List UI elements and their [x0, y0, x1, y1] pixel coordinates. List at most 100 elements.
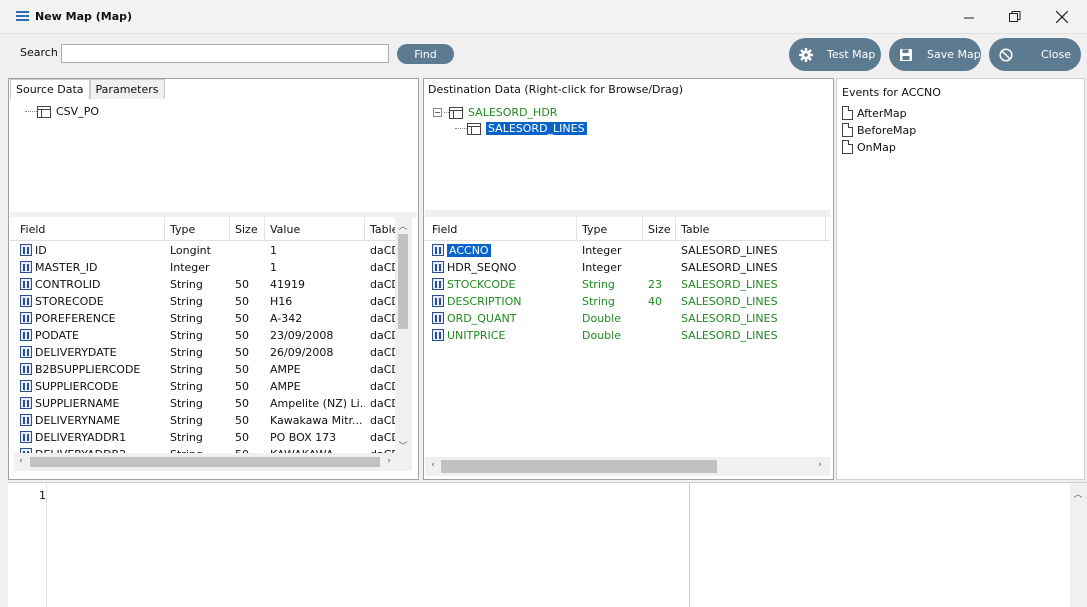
field-name: SUPPLIERCODE	[35, 380, 119, 393]
field-icon	[432, 295, 444, 307]
type-cell: Longint	[170, 244, 211, 257]
source-tabs: Source Data Parameters	[10, 79, 165, 99]
column-header-table[interactable]: Table	[676, 217, 826, 241]
table-row[interactable]: SUPPLIERCODE String 50 AMPE daCD	[10, 378, 395, 395]
column-header-size[interactable]: Size	[230, 217, 265, 241]
column-header-type[interactable]: Type	[577, 217, 643, 241]
scroll-left-icon[interactable]: ‹	[426, 460, 440, 470]
table-row[interactable]: DESCRIPTION String 40 SALESORD_LINES	[425, 293, 830, 310]
search-label: Search	[20, 46, 58, 59]
table-row[interactable]: UNITPRICE Double SALESORD_LINES	[425, 327, 830, 344]
table-row[interactable]: B2BSUPPLIERCODE String 50 AMPE daCD	[10, 361, 395, 378]
scroll-up-icon[interactable]: ︿	[396, 219, 410, 232]
table-row[interactable]: DELIVERYDATE String 50 26/09/2008 daCD	[10, 344, 395, 361]
minimize-button[interactable]	[946, 0, 992, 34]
line-number: 1	[39, 489, 46, 502]
table-row[interactable]: ORD_QUANT Double SALESORD_LINES	[425, 310, 830, 327]
tree-node-salesord-lines[interactable]: SALESORD_LINES	[455, 122, 587, 135]
scroll-left-icon[interactable]: ‹	[14, 456, 28, 466]
editor-vertical-scrollbar[interactable]: ︿	[1070, 483, 1087, 607]
close-label: Close	[1041, 48, 1071, 61]
table-row[interactable]: MASTER_ID Integer 1 daCD	[10, 259, 395, 276]
table-row[interactable]: STORECODE String 50 H16 daCD	[10, 293, 395, 310]
menu-icon[interactable]	[16, 11, 29, 21]
tree-node-salesord-hdr[interactable]: − SALESORD_HDR	[433, 106, 557, 119]
table-row[interactable]: DELIVERYADDR1 String 50 PO BOX 173 daCD	[10, 429, 395, 446]
destination-horizontal-scrollbar[interactable]: ‹ ›	[425, 457, 830, 476]
scroll-up-icon[interactable]: ︿	[1071, 487, 1085, 500]
field-icon	[20, 363, 32, 375]
type-cell: String	[170, 380, 203, 393]
field-icon	[20, 414, 32, 426]
table-cell: SALESORD_LINES	[681, 295, 778, 308]
event-item-aftermap[interactable]: AfterMap	[842, 106, 907, 120]
size-cell: 50	[235, 363, 249, 376]
scroll-right-icon[interactable]: ›	[382, 456, 396, 466]
tab-parameters[interactable]: Parameters	[89, 79, 165, 99]
scroll-right-icon[interactable]: ›	[813, 460, 827, 470]
field-name: UNITPRICE	[447, 329, 506, 342]
tab-source-data[interactable]: Source Data	[10, 79, 90, 99]
table-row[interactable]: ACCNO Integer SALESORD_LINES	[425, 242, 830, 259]
value-cell: 1	[270, 261, 277, 274]
column-header-value[interactable]: Value	[265, 217, 365, 241]
type-cell: String	[170, 431, 203, 444]
table-row[interactable]: POREFERENCE String 50 A-342 daCD	[10, 310, 395, 327]
type-cell: Integer	[170, 261, 210, 274]
table-row[interactable]: STOCKCODE String 23 SALESORD_LINES	[425, 276, 830, 293]
type-cell: Integer	[582, 261, 622, 274]
type-cell: String	[170, 446, 230, 453]
script-editor[interactable]: 1 ︿	[8, 482, 1087, 607]
test-map-button[interactable]: Test Map	[789, 38, 881, 71]
table-row[interactable]: DELIVERYADDR2 String 50 KAWAKAWA daCD	[10, 446, 395, 453]
splitter[interactable]	[425, 210, 830, 217]
size-cell: 50	[235, 431, 249, 444]
table-cell: daCD	[370, 363, 395, 376]
field-icon	[20, 380, 32, 392]
tree-node-label: SALESORD_HDR	[468, 106, 558, 119]
scroll-thumb[interactable]	[30, 457, 380, 467]
column-header-field[interactable]: Field	[427, 217, 577, 241]
source-vertical-scrollbar[interactable]: ︿ ﹀	[395, 217, 412, 453]
column-header-field[interactable]: Field	[15, 217, 165, 241]
column-header-type[interactable]: Type	[165, 217, 230, 241]
event-item-onmap[interactable]: OnMap	[842, 140, 896, 154]
field-icon	[20, 261, 32, 273]
window-close-button[interactable]	[1039, 0, 1085, 34]
table-row[interactable]: CONTROLID String 50 41919 daCD	[10, 276, 395, 293]
field-name: DESCRIPTION	[447, 295, 522, 308]
size-cell: 50	[235, 346, 249, 359]
event-item-beforemap[interactable]: BeforeMap	[842, 123, 916, 137]
scroll-down-icon[interactable]: ﹀	[396, 439, 410, 452]
collapse-icon[interactable]: −	[433, 108, 442, 117]
table-row[interactable]: PODATE String 50 23/09/2008 daCD	[10, 327, 395, 344]
find-button[interactable]: Find	[397, 44, 454, 64]
code-area[interactable]	[46, 483, 689, 607]
field-icon	[432, 261, 444, 273]
field-icon	[20, 346, 32, 358]
table-cell: daCD	[370, 329, 395, 342]
destination-header: Destination Data (Right-click for Browse…	[428, 83, 684, 96]
field-name: B2BSUPPLIERCODE	[35, 363, 141, 376]
search-input[interactable]	[61, 44, 389, 63]
close-button[interactable]: Close	[989, 38, 1081, 71]
field-name: ID	[35, 244, 47, 257]
field-cell: B2BSUPPLIERCODE	[20, 361, 165, 378]
column-header-table[interactable]: Table	[365, 217, 398, 241]
type-cell: String	[170, 414, 203, 427]
field-icon	[20, 295, 32, 307]
save-map-button[interactable]: Save Map	[889, 38, 981, 71]
table-row[interactable]: HDR_SEQNO Integer SALESORD_LINES	[425, 259, 830, 276]
table-row[interactable]: SUPPLIERNAME String 50 Ampelite (NZ) Li... d…	[10, 395, 395, 412]
source-horizontal-scrollbar[interactable]: ‹ ›	[14, 453, 412, 471]
tree-node-csv-po[interactable]: CSV_PO	[25, 105, 99, 118]
field-icon	[20, 244, 32, 256]
table-row[interactable]: DELIVERYNAME String 50 Kawakawa Mitr... daCD	[10, 412, 395, 429]
table-row[interactable]: ID Longint 1 daCD	[10, 242, 395, 259]
restore-button[interactable]	[992, 0, 1038, 34]
scroll-thumb[interactable]	[441, 460, 717, 473]
scroll-thumb[interactable]	[398, 234, 408, 329]
column-header-size[interactable]: Size	[643, 217, 676, 241]
field-name: SUPPLIERNAME	[35, 397, 120, 410]
value-cell: 1	[270, 244, 277, 257]
